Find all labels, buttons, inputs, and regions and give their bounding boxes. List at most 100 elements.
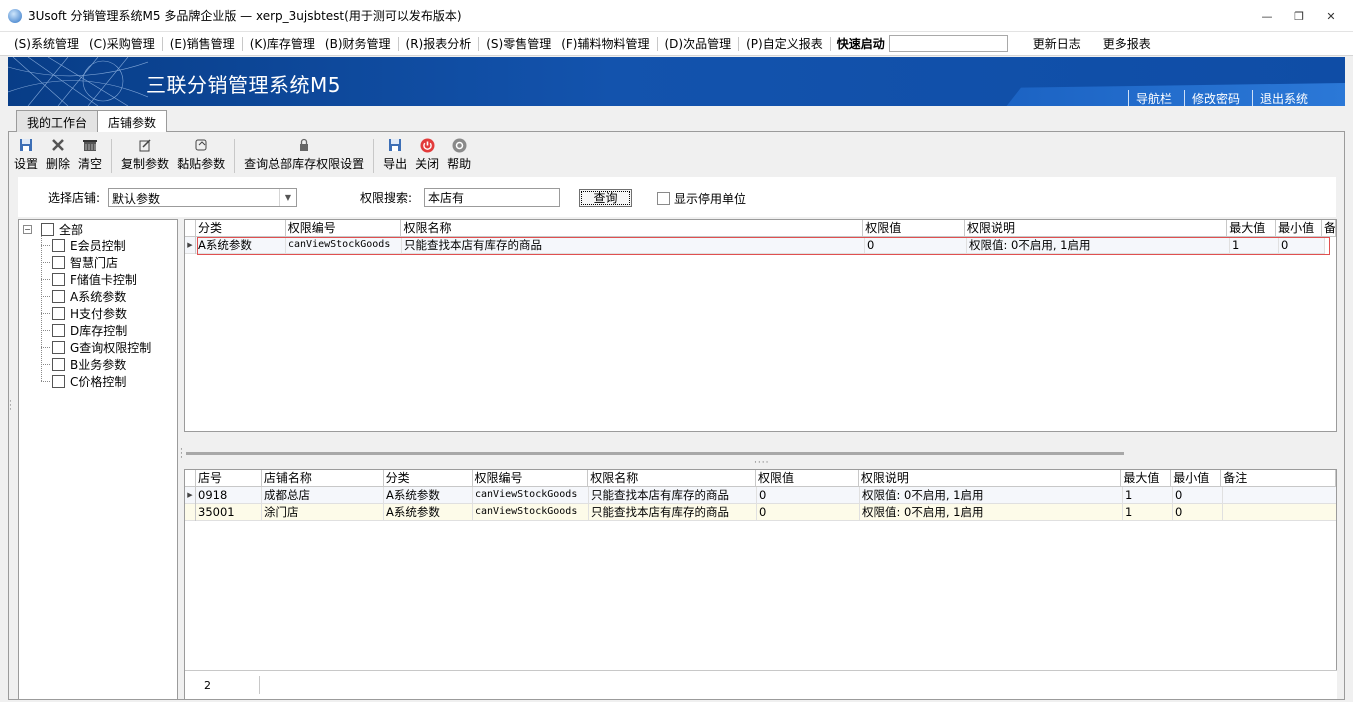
menu-inventory[interactable]: (K)库存管理 <box>245 35 320 52</box>
help-button[interactable]: 帮助 <box>443 135 475 172</box>
cell-note[interactable] <box>1223 487 1336 504</box>
menu-changelog[interactable]: 更新日志 <box>1024 35 1090 52</box>
panel-resize-handle[interactable]: · · · <box>9 398 12 415</box>
tree-node-business-params[interactable]: B业务参数 <box>52 356 126 373</box>
maximize-button[interactable]: ❐ <box>1283 8 1315 26</box>
tree-checkbox[interactable] <box>52 239 65 252</box>
col-header-max[interactable]: 最大值 <box>1227 220 1277 237</box>
menu-defective[interactable]: (D)次品管理 <box>660 35 737 52</box>
tree-node-root[interactable]: − 全部 <box>23 221 83 238</box>
set-button[interactable]: 设置 <box>10 135 42 172</box>
menu-system[interactable]: (S)系统管理 <box>9 35 84 52</box>
cell-permission-name[interactable]: 只能查找本店有库存的商品 <box>589 487 757 504</box>
cell-permission-value[interactable]: 0 <box>757 487 860 504</box>
tree-node-price-control[interactable]: C价格控制 <box>52 373 126 390</box>
cell-permission-desc[interactable]: 权限值: 0不启用, 1启用 <box>860 487 1123 504</box>
col-header-permission-value[interactable]: 权限值 <box>756 470 859 487</box>
splitter-handle[interactable]: · · · <box>180 446 183 463</box>
cell-min[interactable]: 0 <box>1173 487 1223 504</box>
paste-params-button[interactable]: 黏贴参数 <box>173 135 229 172</box>
col-header-permission-name[interactable]: 权限名称 <box>588 470 756 487</box>
tab-workbench[interactable]: 我的工作台 <box>16 110 99 133</box>
tree-node-query-permission[interactable]: G查询权限控制 <box>52 339 151 356</box>
tree-node-member-control[interactable]: E会员控制 <box>52 237 126 254</box>
tree-checkbox[interactable] <box>52 307 65 320</box>
horizontal-scrollbar[interactable] <box>186 452 1124 455</box>
col-header-permission-name[interactable]: 权限名称 <box>401 220 864 237</box>
col-header-permission-code[interactable]: 权限编号 <box>286 220 402 237</box>
col-header-category[interactable]: 分类 <box>384 470 473 487</box>
menu-sales[interactable]: (E)销售管理 <box>165 35 240 52</box>
table-row[interactable]: ▶ 0918 成都总店 A系统参数 canViewStockGoods 只能查找… <box>185 487 1336 504</box>
clear-button[interactable]: 清空 <box>74 135 106 172</box>
tree-checkbox[interactable] <box>52 324 65 337</box>
tree-checkbox[interactable] <box>52 290 65 303</box>
query-hq-stock-permission-button[interactable]: 查询总部库存权限设置 <box>240 135 368 172</box>
tree-checkbox[interactable] <box>52 375 65 388</box>
tree-node-inventory-control[interactable]: D库存控制 <box>52 322 127 339</box>
col-header-permission-desc[interactable]: 权限说明 <box>859 470 1122 487</box>
tree-node-smart-store[interactable]: 智慧门店 <box>52 254 118 271</box>
cell-category[interactable]: A系统参数 <box>384 487 473 504</box>
cell-permission-code[interactable]: canViewStockGoods <box>473 504 589 521</box>
quick-launch-input[interactable] <box>888 35 1008 52</box>
col-header-min[interactable]: 最小值 <box>1276 220 1323 237</box>
col-header-note[interactable]: 备 <box>1322 220 1336 237</box>
change-password-link[interactable]: 修改密码 <box>1183 90 1247 106</box>
cell-category[interactable]: A系统参数 <box>384 504 473 521</box>
tree-checkbox[interactable] <box>52 273 65 286</box>
col-header-note[interactable]: 备注 <box>1221 470 1336 487</box>
exit-system-link[interactable]: 退出系统 <box>1251 90 1315 106</box>
query-button[interactable]: 查询 <box>579 189 632 207</box>
show-disabled-toggle[interactable]: 显示停用单位 <box>657 190 746 207</box>
col-header-store-name[interactable]: 店铺名称 <box>262 470 384 487</box>
cell-store-name[interactable]: 涂门店 <box>262 504 384 521</box>
nav-bar-link[interactable]: 导航栏 <box>1127 90 1179 106</box>
show-disabled-checkbox[interactable] <box>657 192 670 205</box>
cell-store-no[interactable]: 0918 <box>196 487 262 504</box>
col-header-category[interactable]: 分类 <box>196 220 286 237</box>
menu-materials[interactable]: (F)辅料物料管理 <box>556 35 654 52</box>
tree-checkbox[interactable] <box>52 341 65 354</box>
export-button[interactable]: 导出 <box>379 135 411 172</box>
cell-permission-name[interactable]: 只能查找本店有库存的商品 <box>589 504 757 521</box>
cell-min[interactable]: 0 <box>1173 504 1223 521</box>
close-button[interactable]: 关闭 <box>411 135 443 172</box>
grid-splitter-handle[interactable]: ···· <box>754 458 769 468</box>
cell-max[interactable]: 1 <box>1123 504 1173 521</box>
menu-custom-reports[interactable]: (P)自定义报表 <box>741 35 828 52</box>
col-header-min[interactable]: 最小值 <box>1171 470 1222 487</box>
tree-checkbox[interactable] <box>52 256 65 269</box>
col-header-permission-desc[interactable]: 权限说明 <box>965 220 1228 237</box>
cell-note[interactable] <box>1223 504 1336 521</box>
menu-retail[interactable]: (S)零售管理 <box>481 35 556 52</box>
col-header-permission-value[interactable]: 权限值 <box>863 220 965 237</box>
collapse-icon[interactable]: − <box>23 225 32 234</box>
minimize-button[interactable]: — <box>1251 8 1283 26</box>
permission-search-input[interactable] <box>424 188 560 207</box>
cell-permission-code[interactable]: canViewStockGoods <box>473 487 589 504</box>
menu-purchase[interactable]: (C)采购管理 <box>84 35 160 52</box>
store-select[interactable]: 默认参数 ▼ <box>108 188 297 207</box>
cell-permission-desc[interactable]: 权限值: 0不启用, 1启用 <box>860 504 1123 521</box>
menu-finance[interactable]: (B)财务管理 <box>320 35 396 52</box>
chevron-down-icon[interactable]: ▼ <box>279 189 296 206</box>
tree-node-payment-params[interactable]: H支付参数 <box>52 305 127 322</box>
tree-node-stored-value-card[interactable]: F储值卡控制 <box>52 271 137 288</box>
delete-button[interactable]: 删除 <box>42 135 74 172</box>
tree-checkbox[interactable] <box>52 358 65 371</box>
tree-checkbox[interactable] <box>41 223 54 236</box>
cell-permission-value[interactable]: 0 <box>757 504 860 521</box>
col-header-max[interactable]: 最大值 <box>1121 470 1172 487</box>
tree-node-system-params[interactable]: A系统参数 <box>52 288 126 305</box>
menu-reports[interactable]: (R)报表分析 <box>401 35 477 52</box>
tab-store-params[interactable]: 店铺参数 <box>97 110 168 134</box>
table-row[interactable]: 35001 涂门店 A系统参数 canViewStockGoods 只能查找本店… <box>185 504 1336 521</box>
close-window-button[interactable]: ✕ <box>1315 8 1347 26</box>
copy-params-button[interactable]: 复制参数 <box>117 135 173 172</box>
cell-max[interactable]: 1 <box>1123 487 1173 504</box>
cell-store-name[interactable]: 成都总店 <box>262 487 384 504</box>
col-header-permission-code[interactable]: 权限编号 <box>473 470 589 487</box>
menu-more-reports[interactable]: 更多报表 <box>1094 35 1160 52</box>
col-header-store-no[interactable]: 店号 <box>196 470 262 487</box>
